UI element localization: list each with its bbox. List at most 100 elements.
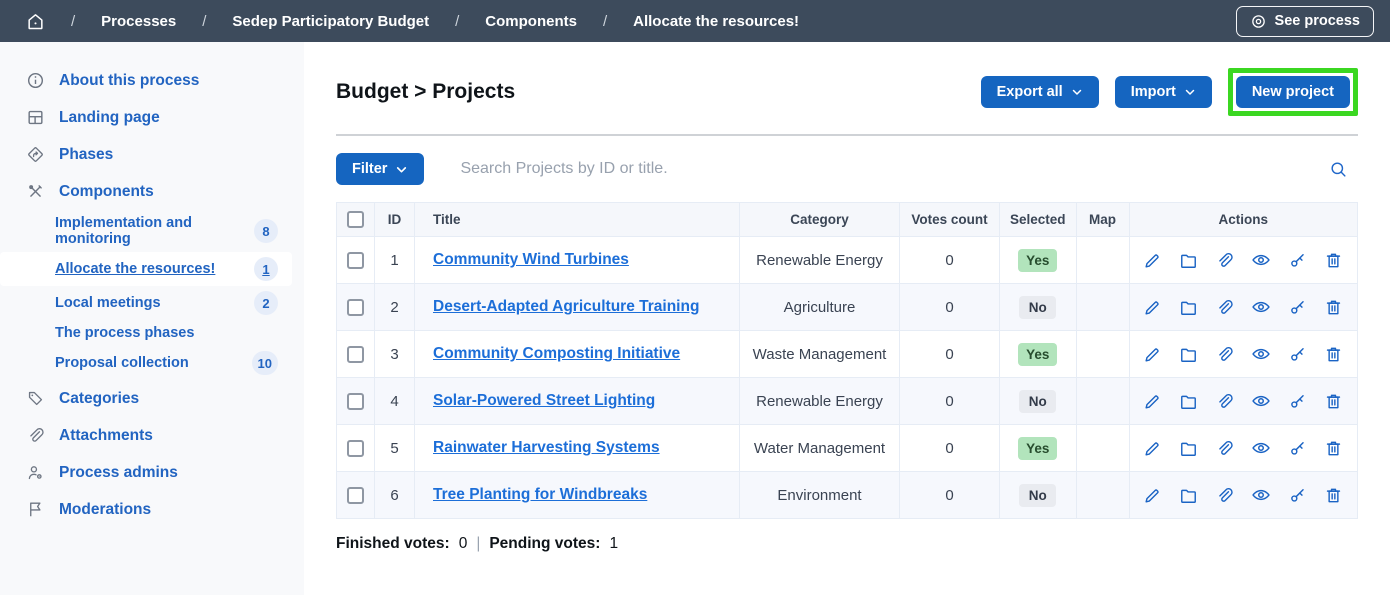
delete-trash-icon[interactable] [1324,251,1343,270]
breadcrumb-separator: / [202,13,206,30]
breadcrumb-separator: / [455,13,459,30]
edit-icon[interactable] [1143,439,1162,458]
selected-badge: No [1019,296,1056,319]
edit-icon[interactable] [1143,392,1162,411]
header-title: Title [415,203,740,237]
table-row: 4 Solar-Powered Street Lighting Renewabl… [337,378,1358,425]
cell-category: Water Management [740,425,900,472]
permissions-key-icon[interactable] [1288,298,1307,317]
row-checkbox[interactable] [347,440,364,457]
preview-eye-icon[interactable] [1251,485,1271,505]
tag-icon [26,389,45,408]
permissions-key-icon[interactable] [1288,251,1307,270]
folder-icon[interactable] [1179,298,1198,317]
folder-icon[interactable] [1179,392,1198,411]
count-badge: 1 [254,257,278,281]
paperclip-icon [26,426,45,445]
edit-icon[interactable] [1143,251,1162,270]
row-checkbox[interactable] [347,393,364,410]
selected-badge: Yes [1018,249,1057,272]
project-title-link[interactable]: Community Wind Turbines [433,251,629,268]
attachments-icon[interactable] [1215,251,1234,270]
sidebar-subitem-local-meetings[interactable]: Local meetings 2 [0,286,292,320]
select-all-checkbox[interactable] [347,211,364,228]
project-title-link[interactable]: Solar-Powered Street Lighting [433,392,655,409]
breadcrumb-processes[interactable]: Processes [101,13,176,30]
cell-map [1076,378,1129,425]
permissions-key-icon[interactable] [1288,345,1307,364]
sidebar-item-label: Moderations [59,501,151,519]
search-icon[interactable] [1325,156,1352,183]
breadcrumb-current[interactable]: Allocate the resources! [633,13,799,30]
sidebar-item-landing-page[interactable]: Landing page [0,99,304,136]
new-project-label: New project [1252,84,1334,100]
project-title-link[interactable]: Tree Planting for Windbreaks [433,486,647,503]
attachments-icon[interactable] [1215,392,1234,411]
edit-icon[interactable] [1143,486,1162,505]
preview-eye-icon[interactable] [1251,391,1271,411]
filter-label: Filter [352,161,387,177]
permissions-key-icon[interactable] [1288,392,1307,411]
sidebar-item-process-admins[interactable]: Process admins [0,454,304,491]
sidebar-item-phases[interactable]: Phases [0,136,304,173]
search-input[interactable] [460,160,1289,178]
attachments-icon[interactable] [1215,439,1234,458]
sidebar-item-moderations[interactable]: Moderations [0,491,304,528]
sidebar-subitem-proposal-collection[interactable]: Proposal collection 10 [0,346,292,380]
delete-trash-icon[interactable] [1324,486,1343,505]
preview-eye-icon[interactable] [1251,438,1271,458]
preview-eye-icon[interactable] [1251,297,1271,317]
sidebar-item-label: Components [59,183,154,201]
sidebar-subitem-allocate-resources[interactable]: Allocate the resources! 1 [0,252,292,286]
delete-trash-icon[interactable] [1324,392,1343,411]
cell-votes-count: 0 [900,378,1000,425]
row-checkbox[interactable] [347,346,364,363]
folder-icon[interactable] [1179,439,1198,458]
attachments-icon[interactable] [1215,486,1234,505]
project-title-link[interactable]: Rainwater Harvesting Systems [433,439,660,456]
sidebar-item-attachments[interactable]: Attachments [0,417,304,454]
user-settings-icon [26,463,45,482]
preview-eye-icon[interactable] [1251,344,1271,364]
export-all-button[interactable]: Export all [981,76,1099,108]
cell-id: 1 [375,237,415,284]
row-checkbox[interactable] [347,252,364,269]
sidebar-item-about[interactable]: About this process [0,62,304,99]
row-checkbox[interactable] [347,299,364,316]
attachments-icon[interactable] [1215,298,1234,317]
selected-badge: Yes [1018,343,1057,366]
import-button[interactable]: Import [1115,76,1212,108]
filter-button[interactable]: Filter [336,153,424,185]
project-title-link[interactable]: Desert-Adapted Agriculture Training [433,298,699,315]
attachments-icon[interactable] [1215,345,1234,364]
see-process-button[interactable]: See process [1236,6,1374,37]
new-project-button[interactable]: New project [1236,76,1350,108]
delete-trash-icon[interactable] [1324,439,1343,458]
edit-icon[interactable] [1143,345,1162,364]
preview-eye-icon[interactable] [1251,250,1271,270]
delete-trash-icon[interactable] [1324,298,1343,317]
row-checkbox[interactable] [347,487,364,504]
folder-icon[interactable] [1179,486,1198,505]
sidebar-subitem-implementation[interactable]: Implementation and monitoring 8 [0,210,292,252]
breadcrumb-process-name[interactable]: Sedep Participatory Budget [232,13,429,30]
project-title-link[interactable]: Community Composting Initiative [433,345,680,362]
edit-icon[interactable] [1143,298,1162,317]
home-icon[interactable] [26,12,45,31]
components-sub-list: Implementation and monitoring 8 Allocate… [0,210,304,380]
delete-trash-icon[interactable] [1324,345,1343,364]
sidebar-item-components[interactable]: Components [0,173,304,210]
sidebar-subitem-process-phases[interactable]: The process phases [0,320,292,346]
sidebar-subitem-label: Local meetings [55,295,161,311]
folder-icon[interactable] [1179,345,1198,364]
sidebar-item-categories[interactable]: Categories [0,380,304,417]
sidebar-subitem-label: Proposal collection [55,355,189,371]
chevron-down-icon [1184,86,1196,98]
cell-id: 4 [375,378,415,425]
folder-icon[interactable] [1179,251,1198,270]
cell-category: Agriculture [740,284,900,331]
permissions-key-icon[interactable] [1288,439,1307,458]
breadcrumb-components[interactable]: Components [485,13,577,30]
page-title: Budget > Projects [336,80,515,104]
permissions-key-icon[interactable] [1288,486,1307,505]
